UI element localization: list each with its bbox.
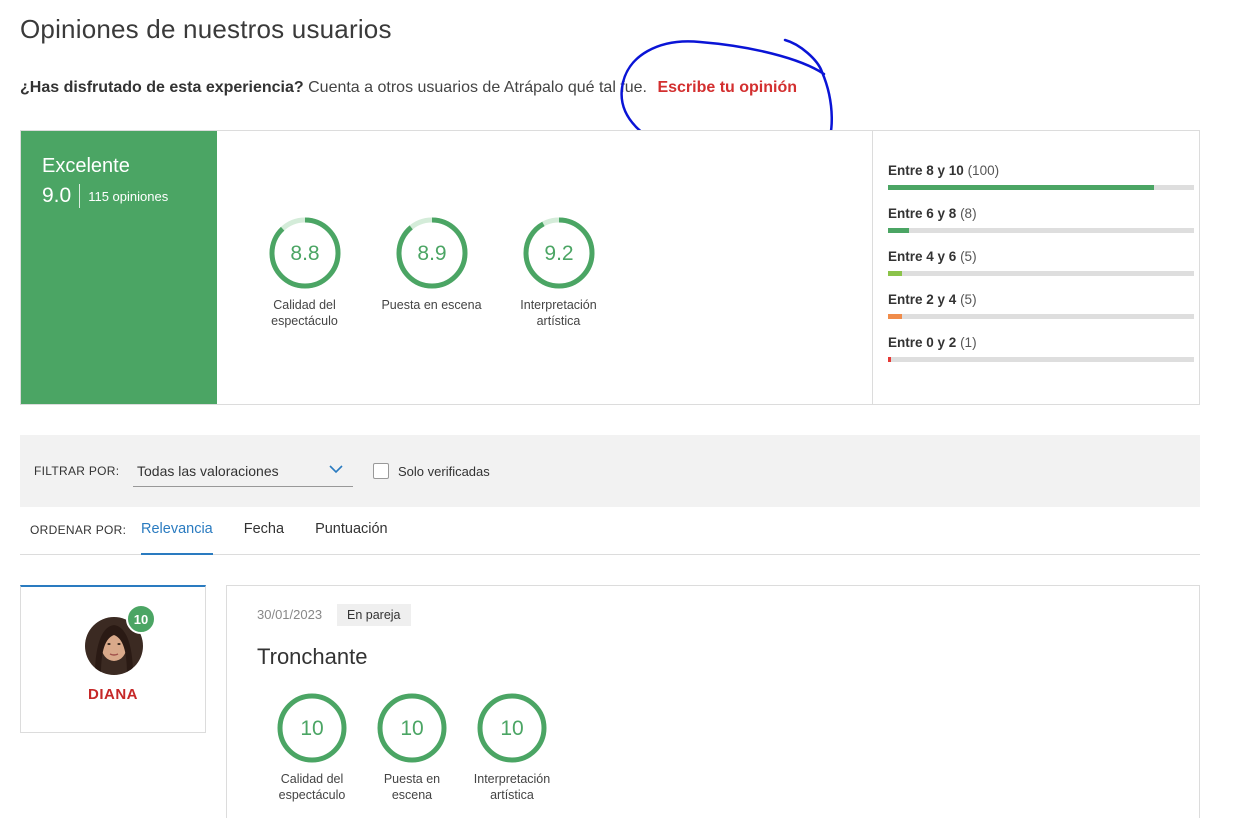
sort-tab-fecha[interactable]: Fecha (244, 507, 284, 555)
review-rating: 10 Calidad del espectáculo (262, 691, 362, 803)
review-rating: 10 Puesta en escena (362, 691, 462, 803)
review-ratings: 10 Calidad del espectáculo 10 Puesta en … (262, 691, 562, 803)
verified-checkbox[interactable] (373, 463, 389, 479)
review-rating: 10 Interpretación artística (462, 691, 562, 803)
category-ratings: 8.8 Calidad del espectáculo 8.9 Puesta e… (241, 215, 622, 329)
score-ring: 8.9 (396, 217, 467, 289)
score-distribution: Entre 8 y 10 (100) Entre 6 y 8 (8) Entre… (872, 131, 1199, 404)
chevron-down-icon (329, 465, 343, 474)
category-score: 8.8 (290, 242, 319, 265)
verified-filter[interactable]: Solo verificadas (373, 463, 490, 479)
category-label: Puesta en escena (381, 298, 482, 312)
filter-label: FILTRAR POR: (34, 464, 120, 478)
review-prompt: ¿Has disfrutado de esta experiencia? Cue… (20, 79, 797, 97)
score-ring: 8.8 (269, 217, 340, 289)
sort-tab-puntuacion[interactable]: Puntuación (315, 507, 388, 555)
reviewer-card: 10 DIANA (20, 585, 206, 733)
rating-label: Puesta en escena (383, 772, 441, 802)
overall-rating-panel: Excelente 9.0 115 opiniones (21, 131, 217, 404)
rating-score: 10 (500, 717, 523, 740)
score-ring: 9.2 (523, 217, 594, 289)
sort-tab-relevancia[interactable]: Relevancia (141, 507, 213, 555)
rating-score: 10 (300, 717, 323, 740)
rating-label: Interpretación artística (473, 772, 551, 802)
prompt-text: Cuenta a otros usuarios de Atrápalo qué … (308, 79, 647, 96)
distribution-row[interactable]: Entre 2 y 4 (5) (888, 292, 1194, 335)
sort-bar: ORDENAR POR: Relevancia Fecha Puntuación (20, 507, 1200, 555)
user-score-badge: 10 (126, 604, 156, 634)
review-date: 30/01/2023 (257, 607, 323, 622)
review-card: 30/01/2023 En pareja Tronchante 10 Calid… (226, 585, 1200, 818)
category-label: Calidad del espectáculo (271, 298, 338, 328)
sort-tabs: Relevancia Fecha Puntuación (141, 507, 419, 555)
distribution-row[interactable]: Entre 0 y 2 (1) (888, 335, 1194, 378)
score-ring: 10 (377, 693, 447, 763)
rating-filter-select[interactable]: Todas las valoraciones (133, 457, 353, 487)
verified-label: Solo verificadas (398, 463, 490, 479)
rating-label: Calidad del espectáculo (278, 772, 346, 802)
score-ring: 10 (277, 693, 347, 763)
distribution-row[interactable]: Entre 6 y 8 (8) (888, 206, 1194, 249)
filter-bar: FILTRAR POR: Todas las valoraciones Solo… (20, 435, 1200, 507)
prompt-question: ¿Has disfrutado de esta experiencia? (20, 79, 304, 96)
review-title: Tronchante (257, 644, 368, 669)
write-review-link[interactable]: Escribe tu opinión (657, 79, 797, 96)
category-score: 8.9 (417, 242, 446, 265)
overall-score: 9.0 (42, 184, 81, 208)
distribution-bar (888, 314, 1194, 319)
category-rating: 9.2 Interpretación artística (495, 215, 622, 329)
rating-summary: Excelente 9.0 115 opiniones 8.8 Calidad … (20, 130, 1200, 405)
distribution-bar (888, 357, 1194, 362)
filter-selected-value: Todas las valoraciones (137, 463, 279, 479)
category-score: 9.2 (544, 242, 573, 265)
distribution-bar (888, 185, 1194, 190)
overall-label: Excelente (42, 155, 130, 177)
score-ring: 10 (477, 693, 547, 763)
page-title: Opiniones de nuestros usuarios (20, 14, 392, 44)
sort-label: ORDENAR POR: (30, 523, 127, 537)
user-name[interactable]: DIANA (21, 686, 205, 703)
category-rating: 8.8 Calidad del espectáculo (241, 215, 368, 329)
overall-count: 115 opiniones (88, 188, 169, 204)
review-tag: En pareja (337, 604, 411, 626)
distribution-bar (888, 271, 1194, 276)
category-label: Interpretación artística (520, 298, 597, 328)
rating-score: 10 (400, 717, 423, 740)
category-rating: 8.9 Puesta en escena (368, 215, 495, 329)
distribution-row[interactable]: Entre 8 y 10 (100) (888, 163, 1194, 206)
distribution-bar (888, 228, 1194, 233)
distribution-row[interactable]: Entre 4 y 6 (5) (888, 249, 1194, 292)
